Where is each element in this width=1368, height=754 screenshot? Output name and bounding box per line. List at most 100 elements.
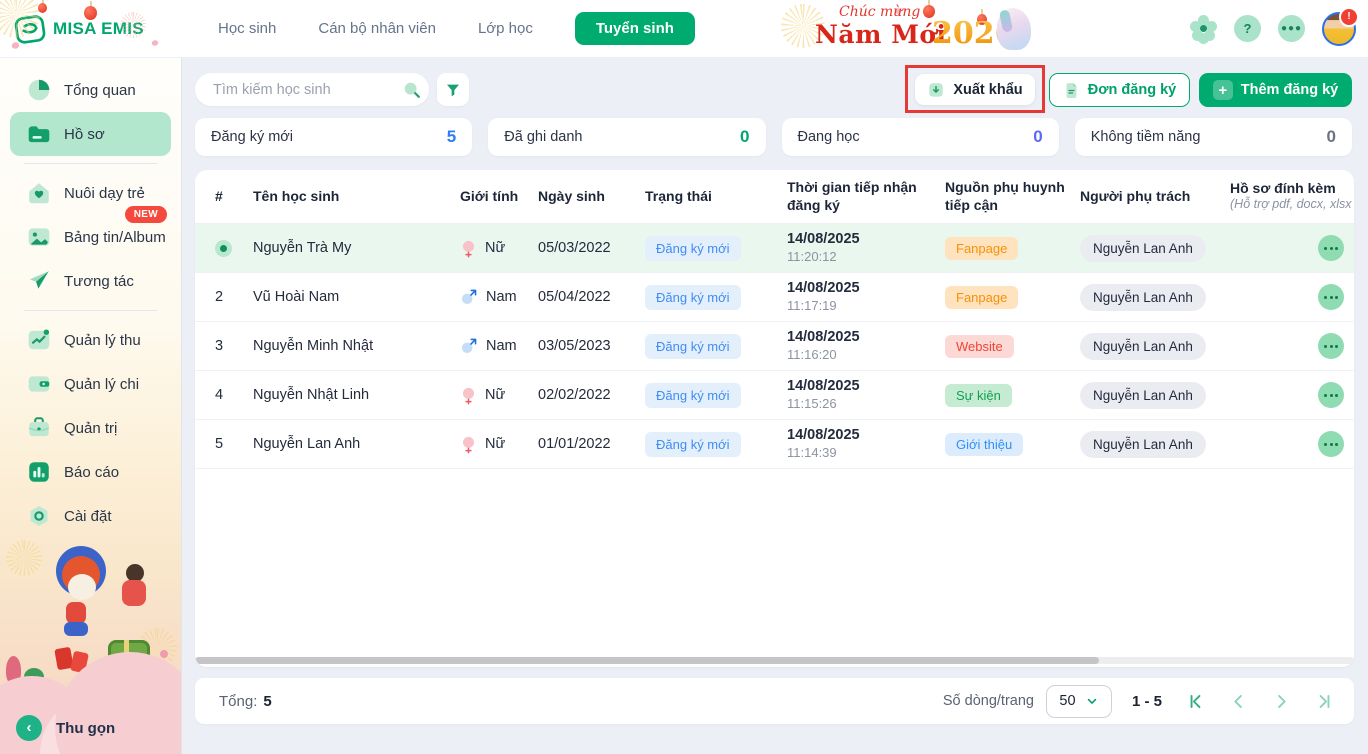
column-header: Trạng thái bbox=[640, 188, 780, 206]
apps-flower-icon[interactable] bbox=[1190, 15, 1217, 42]
logo-zone: MISA EMIS bbox=[0, 0, 181, 57]
status-card-value: 0 bbox=[1033, 127, 1042, 147]
status-card-nopotential[interactable]: Không tiềm năng 0 bbox=[1075, 118, 1352, 156]
table-row[interactable]: 3Nguyễn Minh NhậtNam03/05/2023Đăng ký mớ… bbox=[195, 322, 1354, 371]
sidebar-item-label: Bảng tin/Album bbox=[64, 229, 166, 246]
sidebar-item-hồ-sơ[interactable]: Hồ sơ bbox=[10, 112, 171, 156]
horizontal-scrollbar[interactable] bbox=[195, 657, 1354, 664]
avatar[interactable]: ! bbox=[1322, 12, 1356, 46]
firework-decoration bbox=[6, 540, 42, 576]
sidebar-item-label: Quản trị bbox=[64, 420, 117, 437]
sidebar-divider bbox=[24, 163, 157, 164]
sidebar-item-tổng-quan[interactable]: Tổng quan bbox=[10, 68, 171, 112]
status-cards: Đăng ký mới 5 Đã ghi danh 0 Đang học 0 K… bbox=[195, 118, 1352, 156]
registration-time: 11:16:20 bbox=[787, 347, 860, 364]
date-of-birth: 03/05/2023 bbox=[530, 338, 640, 354]
rows-per-page-select[interactable]: 50 bbox=[1046, 685, 1112, 718]
status-badge: Đăng ký mới bbox=[645, 334, 741, 359]
nav-tab[interactable]: Lớp học bbox=[478, 20, 533, 37]
plus-icon: + bbox=[1213, 80, 1233, 100]
female-icon bbox=[460, 385, 477, 406]
search-icon[interactable] bbox=[402, 80, 422, 100]
student-name[interactable]: Nguyễn Trà My bbox=[245, 240, 445, 256]
column-header: Giới tính bbox=[445, 188, 530, 206]
row-actions-button[interactable] bbox=[1318, 284, 1344, 310]
status-card-label: Đã ghi danh bbox=[504, 129, 582, 145]
assignee-cell: Nguyễn Lan Anh bbox=[1075, 333, 1225, 360]
add-registration-button[interactable]: + Thêm đăng ký bbox=[1199, 73, 1352, 107]
row-actions-button[interactable] bbox=[1318, 235, 1344, 261]
sidebar-item-tương-tác[interactable]: Tương tác bbox=[10, 259, 171, 303]
status-badge: Đăng ký mới bbox=[645, 236, 741, 261]
assignee-badge: Nguyễn Lan Anh bbox=[1080, 431, 1206, 458]
first-page-button[interactable] bbox=[1186, 692, 1205, 711]
student-name[interactable]: Nguyễn Lan Anh bbox=[245, 436, 445, 452]
sidebar: Tổng quanHồ sơNuôi dạy trẻBảng tin/Album… bbox=[0, 57, 181, 754]
row-index-cell: 2 bbox=[195, 289, 245, 305]
table-row[interactable]: 2Vũ Hoài NamNam05/04/2022Đăng ký mới14/0… bbox=[195, 273, 1354, 322]
filter-button[interactable] bbox=[437, 73, 469, 106]
row-actions-button[interactable] bbox=[1318, 431, 1344, 457]
registration-form-label: Đơn đăng ký bbox=[1088, 82, 1176, 98]
column-header: Người phụ trách bbox=[1075, 188, 1225, 206]
help-icon[interactable]: ? bbox=[1234, 15, 1261, 42]
sidebar-item-báo-cáo[interactable]: Báo cáo bbox=[10, 450, 171, 494]
sidebar-collapse-button[interactable]: ‹ Thu gọn bbox=[0, 710, 181, 746]
status-card-label: Đang học bbox=[798, 129, 860, 145]
male-icon bbox=[460, 337, 478, 355]
prev-page-button[interactable] bbox=[1229, 692, 1248, 711]
table-row[interactable]: 4Nguyễn Nhật LinhNữ02/02/2022Đăng ký mới… bbox=[195, 371, 1354, 420]
status-card-value: 0 bbox=[1327, 127, 1336, 147]
sidebar-item-label: Cài đặt bbox=[64, 508, 112, 525]
status-card-enrolled[interactable]: Đã ghi danh 0 bbox=[488, 118, 765, 156]
sidebar-item-quản-lý-thu[interactable]: Quản lý thu bbox=[10, 318, 171, 362]
registration-form-button[interactable]: Đơn đăng ký bbox=[1049, 73, 1190, 107]
student-name[interactable]: Nguyễn Nhật Linh bbox=[245, 387, 445, 403]
sidebar-item-quản-lý-chi[interactable]: Quản lý chi bbox=[10, 362, 171, 406]
status-card-studying[interactable]: Đang học 0 bbox=[782, 118, 1059, 156]
source-badge: Sự kiện bbox=[945, 384, 1012, 407]
status-cell: Đăng ký mới bbox=[640, 334, 780, 359]
student-name[interactable]: Nguyễn Minh Nhật bbox=[245, 338, 445, 354]
table-row[interactable]: 5Nguyễn Lan AnhNữ01/01/2022Đăng ký mới14… bbox=[195, 420, 1354, 469]
table-row[interactable]: Nguyễn Trà MyNữ05/03/2022Đăng ký mới14/0… bbox=[195, 224, 1354, 273]
row-index-cell bbox=[195, 240, 245, 257]
lion-dance-illustration bbox=[68, 574, 96, 600]
male-icon bbox=[460, 288, 478, 306]
scrollbar-thumb[interactable] bbox=[195, 657, 1099, 664]
last-page-button[interactable] bbox=[1315, 692, 1334, 711]
sidebar-item-cài-đặt[interactable]: Cài đặt bbox=[10, 494, 171, 538]
folder-icon bbox=[26, 121, 52, 147]
gender-cell: Nữ bbox=[445, 434, 530, 455]
table-footer: Tổng: 5 Số dòng/trang 50 1 - 5 bbox=[195, 678, 1354, 724]
nav-tab[interactable]: Cán bộ nhân viên bbox=[318, 20, 436, 37]
status-card-new[interactable]: Đăng ký mới 5 bbox=[195, 118, 472, 156]
search-input[interactable] bbox=[211, 81, 402, 99]
flower-illustration bbox=[160, 650, 168, 658]
sidebar-item-bảng-tin-album[interactable]: Bảng tin/AlbumNEW bbox=[10, 215, 171, 259]
column-header-attachment: Hồ sơ đính kèm(Hỗ trợ pdf, docx, xlsx bbox=[1225, 180, 1354, 213]
nav-tab[interactable]: Tuyển sinh bbox=[575, 12, 695, 45]
source-cell: Fanpage bbox=[940, 237, 1075, 260]
more-menu-icon[interactable]: ●●● bbox=[1278, 15, 1305, 42]
source-badge: Fanpage bbox=[945, 237, 1018, 260]
student-name[interactable]: Vũ Hoài Nam bbox=[245, 289, 445, 305]
topbar: MISA EMIS Học sinh Cán bộ nhân viên Lớp họ… bbox=[0, 0, 1368, 58]
nav-tab[interactable]: Học sinh bbox=[218, 20, 276, 37]
date-of-birth: 02/02/2022 bbox=[530, 387, 640, 403]
gender-cell: Nữ bbox=[445, 385, 530, 406]
sidebar-item-quản-trị[interactable]: Quản trị bbox=[10, 406, 171, 450]
row-actions-button[interactable] bbox=[1318, 382, 1344, 408]
child-illustration bbox=[64, 622, 88, 636]
row-index-cell: 5 bbox=[195, 436, 245, 452]
row-actions-button[interactable] bbox=[1318, 333, 1344, 359]
registration-date: 14/08/2025 bbox=[787, 230, 860, 249]
source-cell: Sự kiện bbox=[940, 384, 1075, 407]
registration-time: 11:15:26 bbox=[787, 396, 860, 413]
next-page-button[interactable] bbox=[1272, 692, 1291, 711]
child-illustration bbox=[122, 580, 146, 606]
lantern-decoration bbox=[84, 6, 97, 20]
assignee-cell: Nguyễn Lan Anh bbox=[1075, 431, 1225, 458]
new-badge: NEW bbox=[125, 206, 167, 223]
add-registration-label: Thêm đăng ký bbox=[1241, 82, 1339, 98]
